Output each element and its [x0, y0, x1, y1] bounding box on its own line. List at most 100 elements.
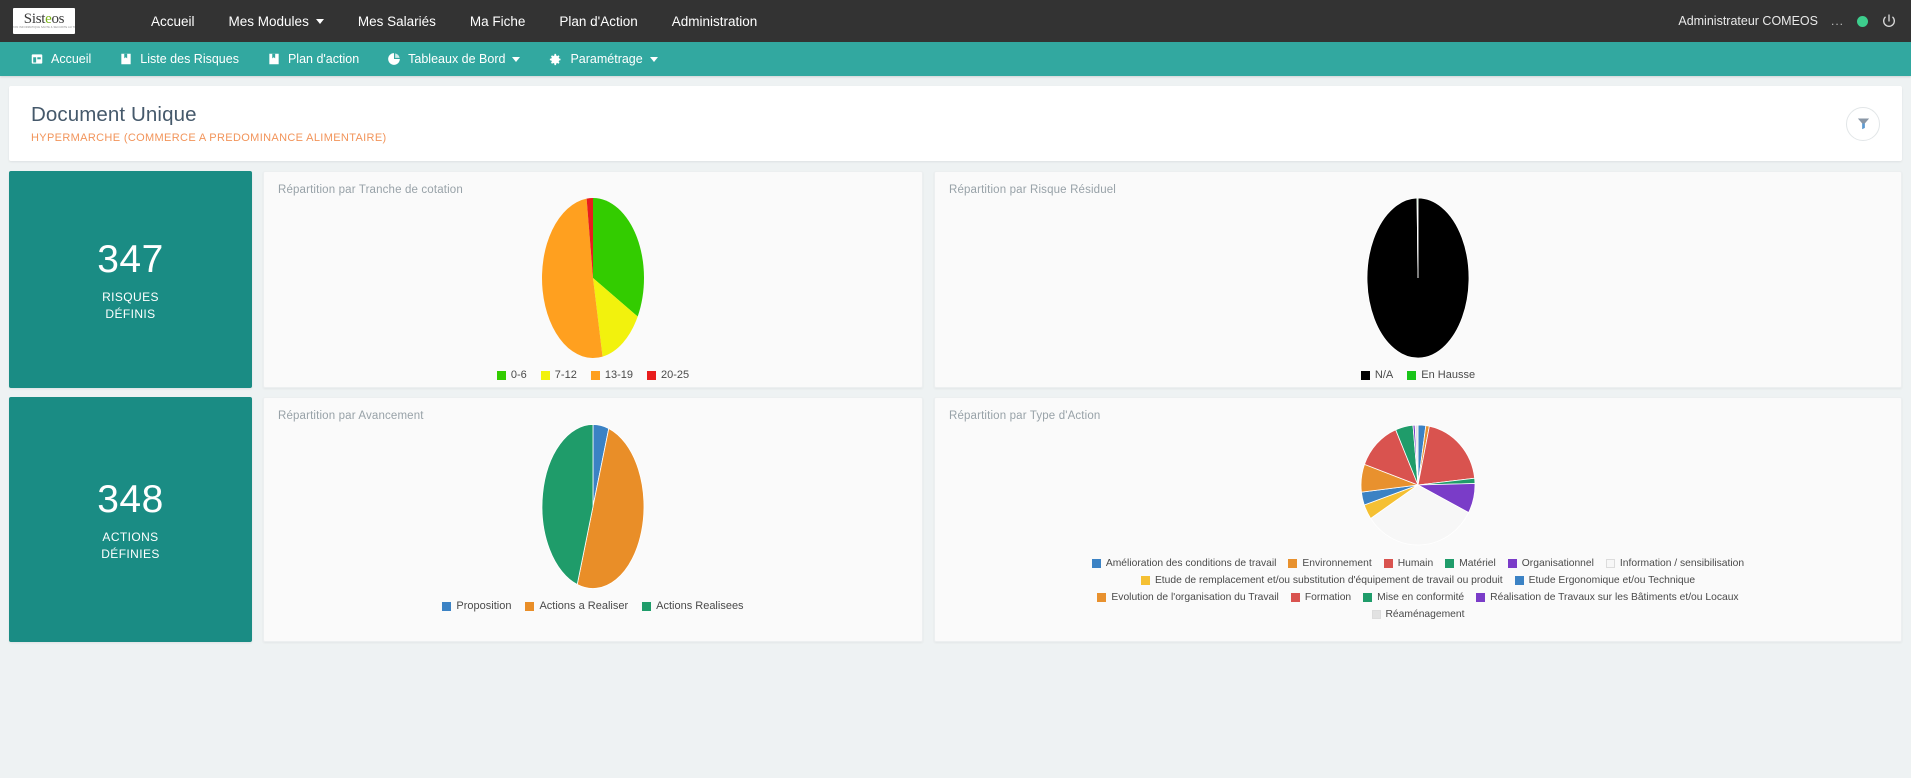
legend-label: Matériel	[1459, 558, 1496, 569]
chevron-down-icon	[649, 56, 658, 62]
legend-row: Etude de remplacement et/ou substitution…	[949, 573, 1887, 588]
kpi-label: ACTIONS DÉFINIES	[101, 529, 160, 563]
legend-label: Etude de remplacement et/ou substitution…	[1154, 575, 1503, 586]
secondary-nav-bar: Accueil Liste des Risques Plan d'action …	[0, 42, 1911, 76]
legend-label: Evolution de l'organisation du Travail	[1111, 592, 1279, 603]
subnav-label: Tableaux de Bord	[408, 52, 506, 66]
nav-label: Mes Salariés	[357, 13, 436, 29]
legend-swatch	[1363, 593, 1373, 602]
legend-swatch	[646, 371, 656, 380]
legend-label: Actions a Realiser	[539, 600, 629, 612]
legend-item[interactable]: 7-12	[540, 368, 577, 383]
legend-label: Réaménagement	[1385, 609, 1465, 620]
legend-item[interactable]: Mise en conformité	[1363, 590, 1464, 605]
legend-swatch	[1407, 371, 1417, 380]
topbar-right-cluster: Administrateur COMEOS ...	[1678, 13, 1897, 29]
chart-card-risque-residuel: Répartition par Risque Résiduel N/A En Ha…	[934, 171, 1902, 388]
legend-item[interactable]: Formation	[1290, 590, 1351, 605]
page-title: Document Unique	[31, 103, 197, 126]
kpi-card-risques[interactable]: 347 RISQUES DÉFINIS	[9, 171, 252, 388]
pie-chart-type-daction[interactable]	[1359, 424, 1477, 551]
logo-wordmark: Sisteos	[23, 11, 65, 27]
legend-swatch	[1371, 610, 1381, 619]
legend-item[interactable]: En Hausse	[1407, 368, 1475, 383]
nav-label: Plan d'Action	[559, 13, 638, 29]
gear-icon	[550, 53, 561, 65]
kpi-label-line1: ACTIONS	[102, 529, 159, 544]
subnav-item-accueil[interactable]: Accueil	[16, 44, 105, 74]
legend-item[interactable]: Actions a Realiser	[525, 599, 628, 614]
power-icon	[1883, 14, 1895, 27]
top-navigation-bar: Sisteos SOLUTION INFORMATIQUE SANTE & SE…	[0, 0, 1911, 42]
legend-label: 20-25	[660, 369, 690, 381]
legend-label: Organisationnel	[1521, 558, 1594, 569]
nav-item-accueil[interactable]: Accueil	[134, 3, 212, 40]
nav-label: Ma Fiche	[469, 13, 526, 29]
chart-area: N/A En Hausse	[949, 196, 1887, 381]
pie-chart-tranche-de-cotation[interactable]	[517, 198, 669, 363]
legend-swatch	[1383, 559, 1393, 568]
legend-item[interactable]: Information / sensibilisation	[1605, 556, 1744, 571]
legend-label: En Hausse	[1421, 369, 1476, 381]
subnav-item-liste-des-risques[interactable]: Liste des Risques	[105, 44, 253, 74]
chart-card-avancement: Répartition par Avancement Proposition Ac…	[263, 397, 923, 642]
legend-swatch	[525, 602, 535, 611]
legend-label: Amélioration des conditions de travail	[1105, 558, 1277, 569]
overflow-dots-icon[interactable]: ...	[1831, 14, 1844, 28]
nav-item-administration[interactable]: Administration	[655, 3, 775, 40]
legend-swatch	[1507, 559, 1517, 568]
legend-item[interactable]: Réalisation de Travaux sur les Bâtiments…	[1476, 590, 1739, 605]
legend-label: Etude Ergonomique et/ou Technique	[1528, 575, 1696, 586]
page-header-card: Document Unique HYPERMARCHE (COMMERCE A …	[9, 86, 1902, 161]
filter-icon	[1857, 118, 1869, 130]
legend-item[interactable]: Proposition	[442, 599, 511, 614]
legend-item[interactable]: Environnement	[1288, 556, 1372, 571]
subnav-item-parametrage[interactable]: Paramétrage	[534, 44, 671, 75]
legend-swatch	[540, 371, 550, 380]
logout-button[interactable]	[1881, 13, 1897, 29]
legend-item[interactable]: Humain	[1383, 556, 1434, 571]
legend-item[interactable]: 13-19	[590, 368, 633, 383]
legend-item[interactable]: Organisationnel	[1507, 556, 1594, 571]
legend-label: 13-19	[604, 369, 633, 381]
legend-item[interactable]: Amélioration des conditions de travail	[1091, 556, 1277, 571]
page-subtitle: HYPERMARCHE (COMMERCE A PREDOMINANCE ALI…	[31, 132, 387, 144]
legend-row: Réaménagement	[949, 607, 1887, 622]
nav-item-mes-salaries[interactable]: Mes Salariés	[341, 3, 453, 40]
home-icon	[31, 54, 43, 64]
legend-label: 0-6	[510, 369, 527, 381]
app-logo[interactable]: Sisteos SOLUTION INFORMATIQUE SANTE & SE…	[13, 8, 75, 34]
legend-item[interactable]: Etude de remplacement et/ou substitution…	[1140, 573, 1503, 588]
kpi-card-actions[interactable]: 348 ACTIONS DÉFINIES	[9, 397, 252, 642]
legend-swatch	[496, 371, 506, 380]
online-status-dot-icon	[1857, 15, 1868, 27]
nav-label: Accueil	[151, 13, 195, 29]
legend-swatch	[442, 602, 452, 611]
legend-item[interactable]: Etude Ergonomique et/ou Technique	[1514, 573, 1696, 588]
legend-label: N/A	[1374, 369, 1394, 381]
chart-title: Répartition par Risque Résiduel	[949, 184, 1117, 196]
pie-chart-icon	[388, 53, 400, 65]
legend-item[interactable]: Evolution de l'organisation du Travail	[1097, 590, 1279, 605]
nav-item-plan-daction[interactable]: Plan d'Action	[542, 3, 654, 40]
legend-item[interactable]: Matériel	[1445, 556, 1496, 571]
subnav-label: Liste des Risques	[140, 52, 239, 66]
legend-swatch	[1091, 559, 1101, 568]
subnav-item-tableaux-de-bord[interactable]: Tableaux de Bord	[373, 44, 534, 74]
legend-item[interactable]: 0-6	[496, 368, 527, 383]
pie-chart-risque-residuel[interactable]	[1342, 197, 1494, 363]
legend-item[interactable]: N/A	[1360, 368, 1394, 383]
dashboard-grid: 347 RISQUES DÉFINIS Répartition par Tran…	[9, 171, 1902, 642]
kpi-value: 347	[97, 237, 164, 281]
legend-swatch	[1476, 593, 1486, 602]
kpi-label: RISQUES DÉFINIS	[102, 289, 159, 323]
legend-label: Humain	[1397, 558, 1434, 569]
pie-chart-avancement[interactable]	[517, 424, 669, 594]
subnav-item-plan-daction[interactable]: Plan d'action	[253, 44, 373, 74]
legend-item[interactable]: 20-25	[646, 368, 690, 383]
nav-item-mes-modules[interactable]: Mes Modules	[212, 3, 341, 40]
legend-item[interactable]: Réaménagement	[1371, 607, 1465, 622]
nav-item-ma-fiche[interactable]: Ma Fiche	[453, 3, 543, 40]
legend-item[interactable]: Actions Realisees	[642, 599, 744, 614]
filter-button[interactable]	[1846, 106, 1880, 141]
